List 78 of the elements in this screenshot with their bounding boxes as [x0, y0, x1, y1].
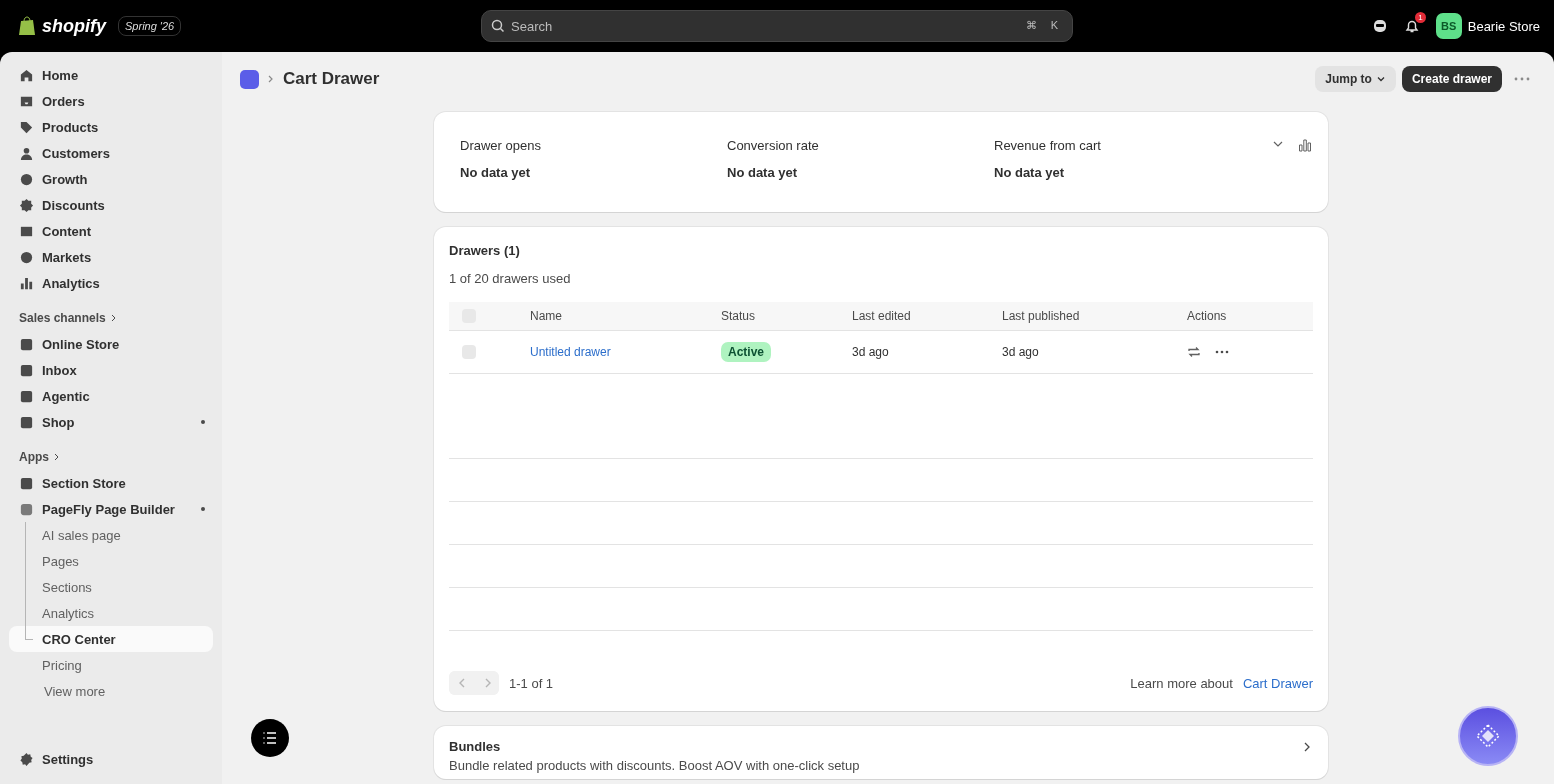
sidebar-subitem[interactable]: Pricing: [9, 652, 213, 678]
column-header[interactable]: Name: [530, 309, 562, 323]
page-title: Cart Drawer: [283, 69, 380, 89]
shortcut-key: K: [1045, 19, 1063, 32]
jump-to-button[interactable]: Jump to: [1315, 66, 1396, 92]
edition-badge[interactable]: Spring '26: [118, 16, 182, 36]
section-header[interactable]: Apps: [9, 444, 213, 470]
sidebar-item[interactable]: Online Store: [9, 331, 213, 357]
chevron-down-icon: [1375, 74, 1386, 84]
section-header[interactable]: Sales channels: [9, 305, 213, 331]
store-avatar[interactable]: BS: [1435, 13, 1462, 39]
sidebar-item[interactable]: Section Store: [9, 470, 213, 496]
brand-logo-text[interactable]: shopify: [42, 15, 106, 37]
sidebar-item[interactable]: Orders: [9, 88, 213, 114]
sidebar-item[interactable]: Agentic: [9, 383, 213, 409]
table-cell: 3d ago: [1002, 345, 1039, 359]
create-drawer-button[interactable]: Create drawer: [1401, 66, 1502, 92]
person-icon: [19, 145, 34, 161]
card-title: Bundles: [449, 739, 501, 754]
sidebar-subitem[interactable]: Analytics: [9, 600, 213, 626]
chevron-right-icon: [267, 74, 275, 84]
usage-text: 1 of 20 drawers used: [449, 271, 572, 286]
bundles-card[interactable]: Bundles Bundle related products with discounts. Boost AOV with one-click setup: [434, 726, 1328, 779]
store-name[interactable]: Bearie Store: [1467, 18, 1540, 34]
sidebar-item[interactable]: Shop: [9, 409, 213, 435]
sidebar-subitem[interactable]: Pages: [9, 548, 213, 574]
cart-drawer-link[interactable]: Cart Drawer: [1242, 675, 1313, 691]
sidebar-item[interactable]: Inbox: [9, 357, 213, 383]
chevron-right-icon: [109, 314, 118, 322]
sidebar-item[interactable]: Discounts: [9, 192, 213, 218]
list-menu-button[interactable]: [251, 719, 289, 757]
card-description: Bundle related products with discounts. Boost AOV with one-click setup: [449, 758, 861, 773]
notification-count: 1: [1415, 12, 1426, 23]
settings-icon: [19, 751, 34, 767]
more-icon[interactable]: [1215, 350, 1229, 354]
shortcut-key: ⌘: [1020, 19, 1042, 32]
sidebar-item[interactable]: Products: [9, 114, 213, 140]
learn-more-text: Learn more about: [1130, 675, 1233, 691]
settings-item[interactable]: Settings: [9, 746, 213, 772]
bar-chart-icon[interactable]: [1298, 138, 1312, 152]
metric-value: No data yet: [727, 165, 799, 180]
metric-label: Drawer opens: [460, 138, 542, 153]
app-launcher-button[interactable]: [1458, 706, 1518, 766]
diamond-grid-icon: [1476, 724, 1500, 748]
tag-icon: [19, 119, 34, 135]
drawer-name-link[interactable]: Untitled drawer: [530, 345, 611, 359]
chevron-right-icon: [53, 453, 61, 461]
metric-label: Revenue from cart: [994, 138, 1102, 153]
column-header[interactable]: Status: [721, 309, 756, 323]
sidebar-subitem[interactable]: AI sales page: [9, 522, 213, 548]
pagination-range: 1-1 of 1: [509, 675, 554, 691]
sidebar-item[interactable]: Growth: [9, 166, 213, 192]
sidebar-subitem[interactable]: Sections: [9, 574, 213, 600]
sidebar-item[interactable]: PageFly Page Builder: [9, 496, 213, 522]
more-icon: [1514, 77, 1530, 81]
shopping-bag-logo-icon: [18, 16, 36, 36]
metric-label: Conversion rate: [727, 138, 820, 153]
bar-chart-icon: [19, 275, 34, 291]
badge-icon: [19, 197, 34, 213]
sidebar-subitem[interactable]: CRO Center: [9, 626, 213, 652]
column-header[interactable]: Last edited: [852, 309, 911, 323]
home-icon: [19, 67, 34, 83]
sync-arrows-icon[interactable]: [1187, 345, 1201, 359]
sidebar-item[interactable]: Home: [9, 62, 213, 88]
search-icon: [491, 19, 505, 33]
sidebar-item[interactable]: Markets: [9, 244, 213, 270]
sidebar-item[interactable]: Analytics: [9, 270, 213, 296]
status-badge: Active: [721, 342, 772, 362]
table-cell: 3d ago: [852, 345, 889, 359]
sidebar-item[interactable]: Content: [9, 218, 213, 244]
list-icon: [262, 731, 278, 745]
sidebar-item[interactable]: Customers: [9, 140, 213, 166]
metric-value: No data yet: [460, 165, 532, 180]
column-header[interactable]: Actions: [1187, 309, 1227, 323]
bell-icon[interactable]: [1403, 18, 1420, 34]
view-more-link[interactable]: View more: [9, 678, 213, 704]
metric-value: No data yet: [994, 165, 1066, 180]
card-title: Drawers (1): [449, 243, 521, 258]
